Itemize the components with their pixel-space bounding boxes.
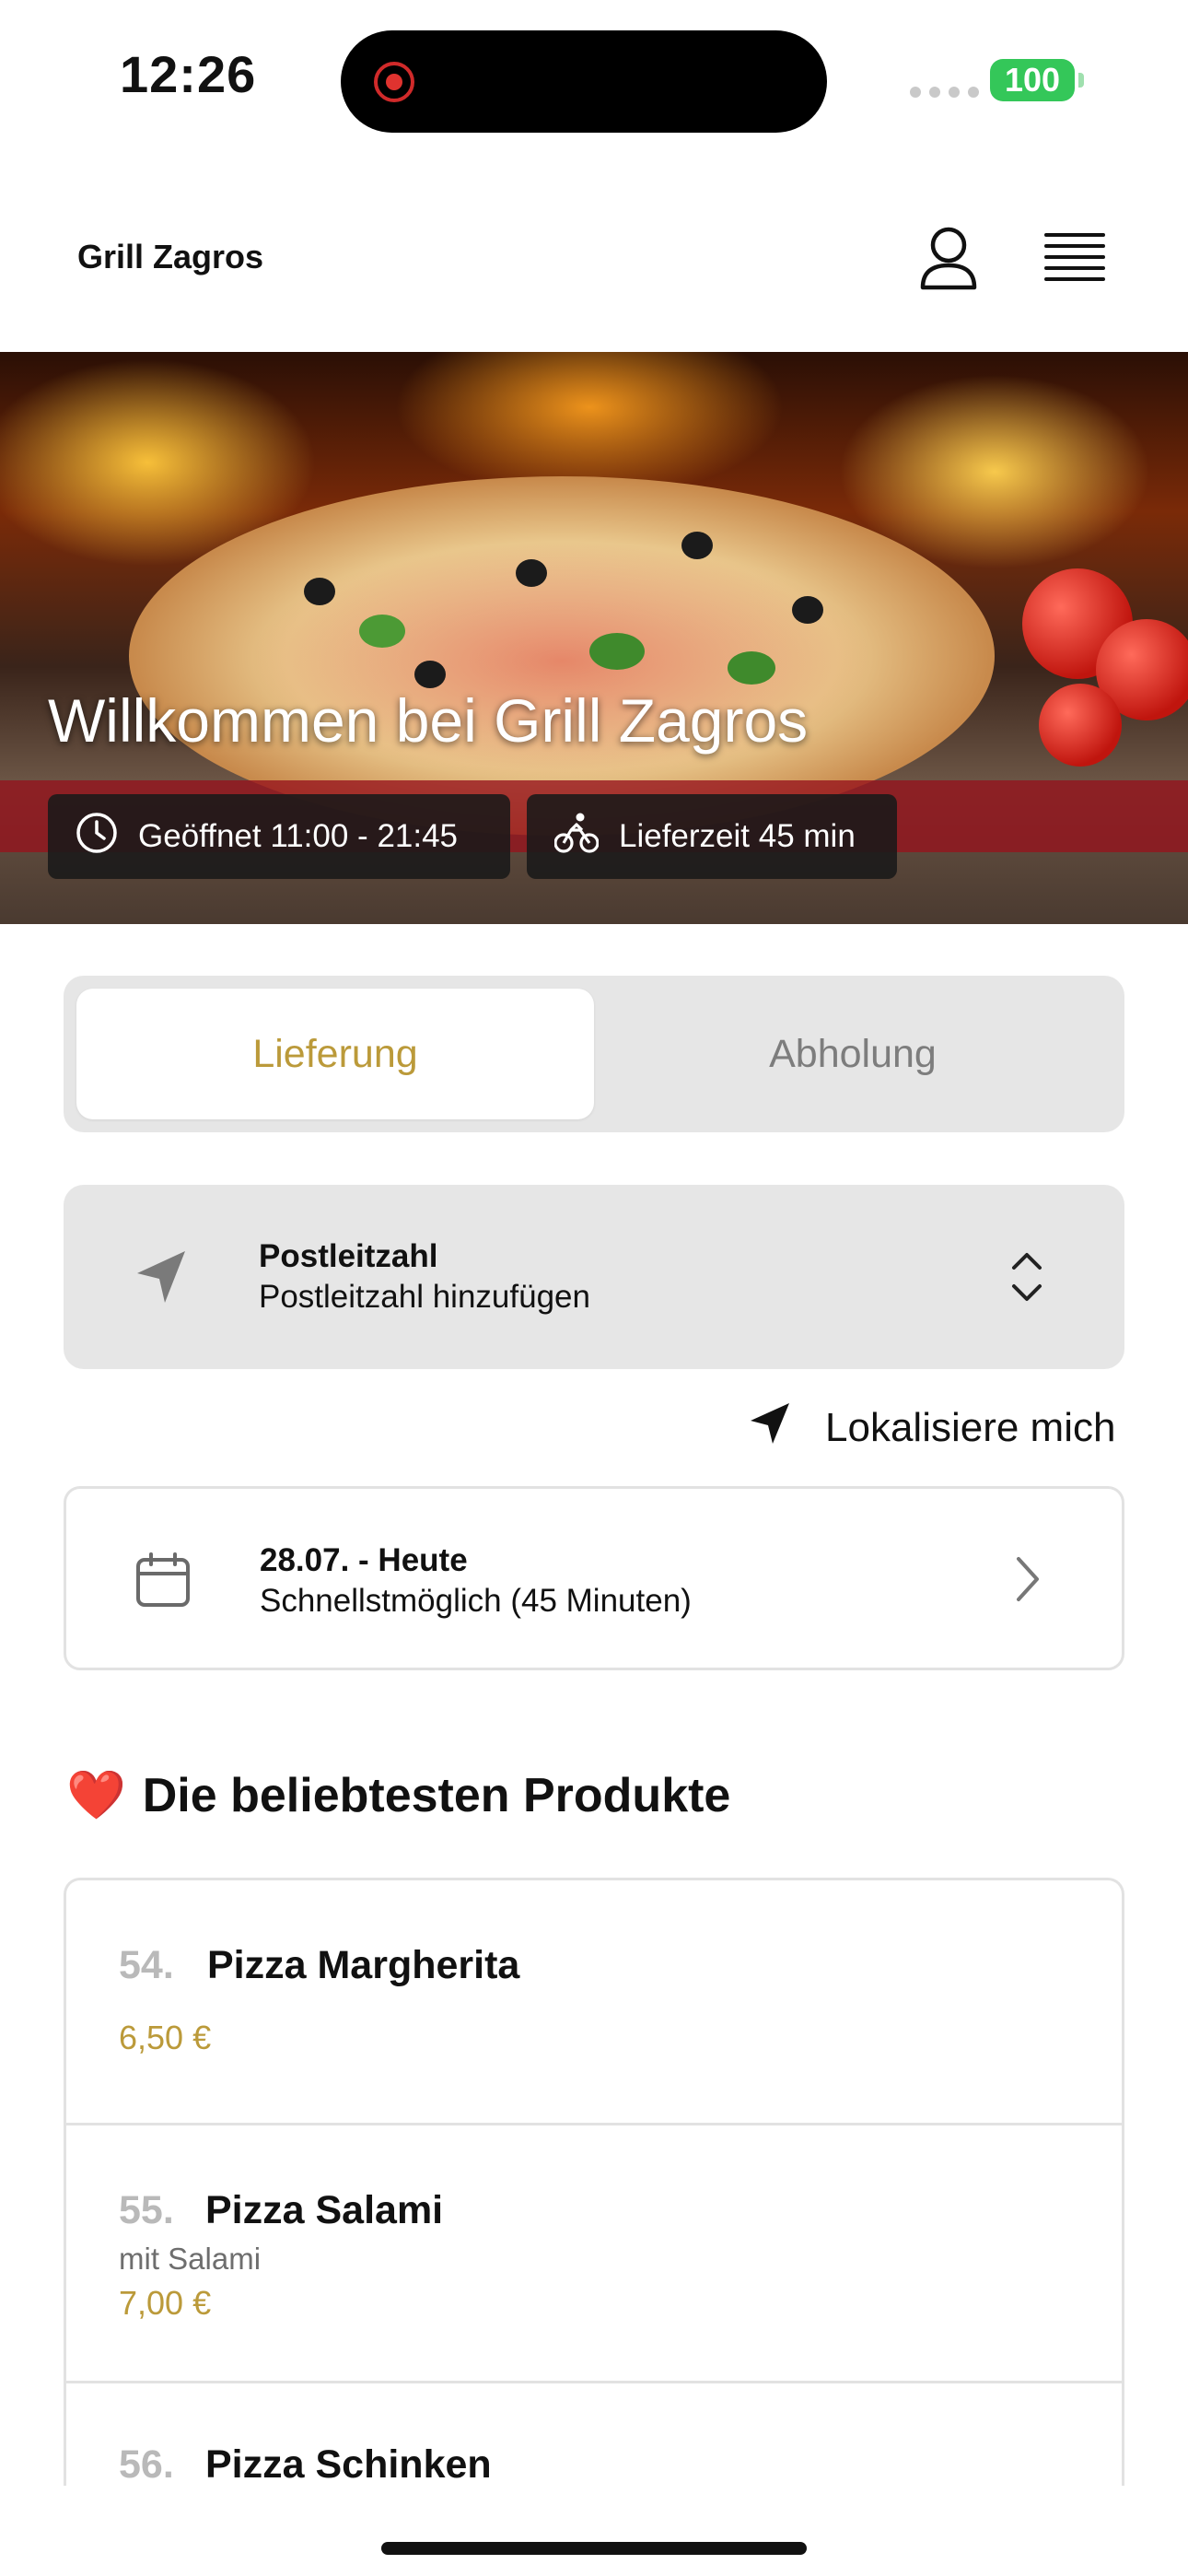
- locate-me-label: Lokalisiere mich: [825, 1405, 1116, 1450]
- clock-icon: [76, 812, 118, 862]
- home-indicator[interactable]: [381, 2542, 807, 2555]
- hamburger-menu-icon[interactable]: [1044, 232, 1105, 288]
- product-name: Pizza Salami: [205, 2188, 444, 2232]
- tab-delivery[interactable]: Lieferung: [76, 989, 594, 1119]
- product-price: 6,50 €: [119, 2019, 212, 2056]
- product-item[interactable]: 56. Pizza Schinken: [66, 2383, 1122, 2486]
- product-number: 54.: [119, 1943, 174, 1987]
- delivery-date-title: 28.07. - Heute: [260, 1542, 468, 1578]
- locate-me-button[interactable]: Lokalisiere mich: [748, 1400, 1115, 1456]
- status-time: 12:26: [120, 45, 257, 103]
- product-list: 54. Pizza Margherita 6,50 € 55. Pizza Sa…: [64, 1878, 1124, 2486]
- navigation-arrow-icon: [748, 1400, 792, 1457]
- hero-banner: Willkommen bei Grill Zagros Geöffnet 11:…: [0, 352, 1188, 924]
- chevron-up-down-icon: [1008, 1247, 1045, 1311]
- opening-hours-badge: Geöffnet 11:00 - 21:45: [48, 794, 510, 879]
- battery-indicator: 100: [990, 59, 1084, 101]
- hero-title: Willkommen bei Grill Zagros: [48, 686, 809, 755]
- product-name: Pizza Margherita: [207, 1943, 520, 1987]
- cellular-signal-icon: [910, 87, 979, 98]
- bicycle-icon: [553, 812, 600, 862]
- product-item[interactable]: 55. Pizza Salami mit Salami 7,00 €: [66, 2125, 1122, 2383]
- popular-products-heading: ❤️ Die beliebtesten Produkte: [66, 1767, 730, 1823]
- calendar-icon: [134, 1551, 192, 1613]
- product-item[interactable]: 54. Pizza Margherita 6,50 €: [66, 1880, 1122, 2125]
- order-mode-toggle: Lieferung Abholung: [64, 976, 1124, 1132]
- delivery-date-selector[interactable]: 28.07. - Heute Schnellstmöglich (45 Minu…: [64, 1486, 1124, 1670]
- recording-indicator-icon: [374, 62, 414, 102]
- dynamic-island: [341, 30, 827, 133]
- opening-hours-text: Geöffnet 11:00 - 21:45: [138, 818, 459, 854]
- chevron-right-icon: [1011, 1553, 1044, 1610]
- restaurant-name: Grill Zagros: [77, 238, 264, 275]
- postcode-selector[interactable]: Postleitzahl Postleitzahl hinzufügen: [64, 1185, 1124, 1369]
- tab-pickup[interactable]: Abholung: [594, 989, 1112, 1119]
- user-icon[interactable]: [919, 225, 978, 296]
- popular-products-title: Die beliebtesten Produkte: [142, 1768, 731, 1822]
- delivery-date-subtitle: Schnellstmöglich (45 Minuten): [260, 1583, 692, 1619]
- product-number: 55.: [119, 2188, 174, 2232]
- location-arrow-icon: [134, 1247, 189, 1311]
- product-name: Pizza Schinken: [205, 2442, 492, 2486]
- product-description: mit Salami: [119, 2242, 262, 2276]
- heart-icon: ❤️: [66, 1769, 126, 1822]
- product-number: 56.: [119, 2442, 174, 2486]
- delivery-time-text: Lieferzeit 45 min: [619, 818, 856, 854]
- postcode-label: Postleitzahl: [259, 1238, 438, 1274]
- product-price: 7,00 €: [119, 2284, 212, 2322]
- postcode-placeholder: Postleitzahl hinzufügen: [259, 1279, 590, 1315]
- delivery-time-badge: Lieferzeit 45 min: [527, 794, 897, 879]
